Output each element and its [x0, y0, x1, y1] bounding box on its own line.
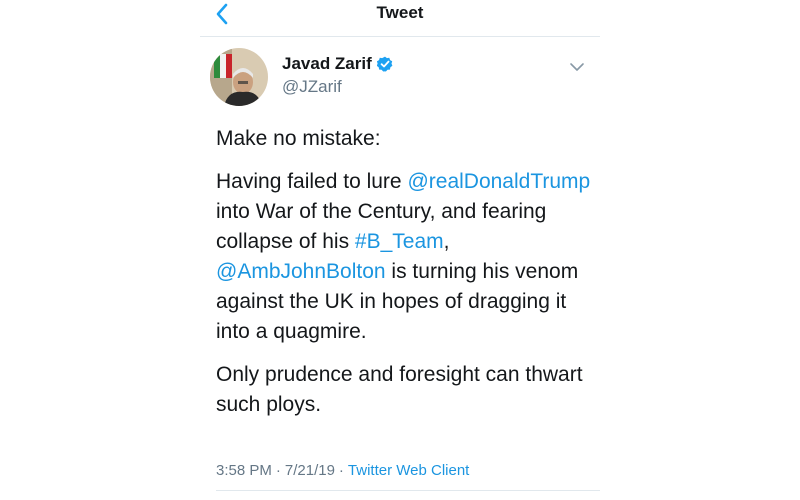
divider — [216, 490, 600, 491]
display-name[interactable]: Javad Zarif — [282, 54, 372, 74]
mention-link[interactable]: @realDonaldTrump — [407, 170, 590, 193]
more-options-button[interactable] — [568, 60, 586, 74]
tweet-metadata: 3:58 PM · 7/21/19 · Twitter Web Client — [216, 461, 469, 481]
verified-badge-icon — [376, 56, 393, 72]
mention-link[interactable]: @AmbJohnBolton — [216, 260, 386, 283]
tweet-paragraph: Make no mistake: — [216, 124, 592, 154]
hashtag-link[interactable]: #B_Team — [355, 230, 444, 253]
separator: · — [338, 462, 344, 479]
navigation-bar: Tweet — [200, 0, 600, 37]
tweet-detail-screen: Tweet Javad Zarif @JZarif Make no mistak… — [200, 0, 600, 500]
tweet-paragraph: Only prudence and foresight can thwart s… — [216, 360, 592, 420]
tweet-paragraph: Having failed to lure @realDonaldTrump i… — [216, 167, 592, 347]
separator: · — [275, 462, 281, 479]
tweet-time: 3:58 PM — [216, 462, 272, 479]
tweet-text: Make no mistake: Having failed to lure @… — [216, 124, 592, 433]
tweet-text-segment: Make no mistake: — [216, 127, 381, 150]
tweet-text-segment: Only prudence and foresight can thwart s… — [216, 363, 583, 416]
tweet-text-segment: , — [443, 230, 450, 253]
page-title: Tweet — [376, 3, 424, 22]
chevron-down-icon — [570, 63, 584, 71]
name-row: Javad Zarif — [282, 54, 393, 74]
source-link[interactable]: Twitter Web Client — [348, 462, 469, 479]
avatar[interactable] — [210, 48, 268, 106]
tweet-text-segment: Having failed to lure — [216, 170, 408, 193]
avatar-image — [210, 48, 268, 106]
tweet-header: Javad Zarif @JZarif — [210, 48, 592, 108]
tweet-date: 7/21/19 — [284, 462, 335, 479]
user-handle[interactable]: @JZarif — [282, 77, 342, 97]
